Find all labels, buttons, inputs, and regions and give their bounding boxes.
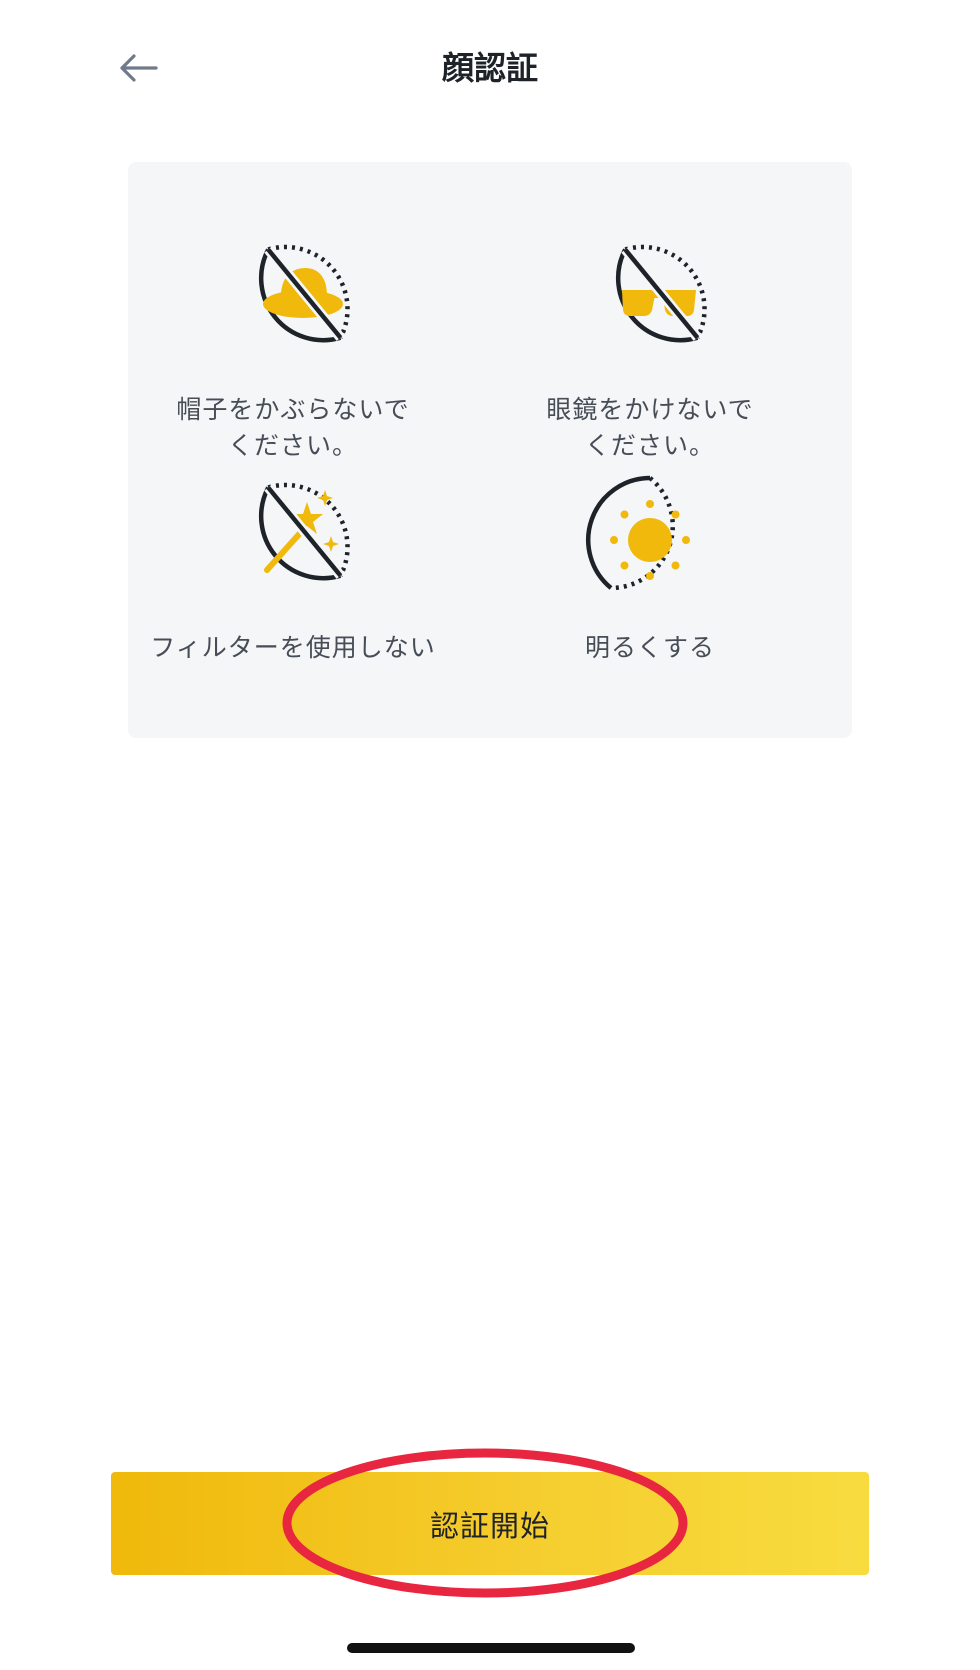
tip-no-glasses: 眼鏡をかけないで ください。 <box>485 232 815 464</box>
brightness-icon <box>586 475 690 591</box>
tip-label: 帽子をかぶらないで ください。 <box>176 395 410 460</box>
tip-label: 明るくする <box>584 633 715 662</box>
tip-no-filter: フィルターを使用しない <box>128 470 458 666</box>
tip-label: 眼鏡をかけないで ください。 <box>546 395 754 460</box>
tip-brightness: 明るくする <box>485 470 815 666</box>
start-button-label: 認証開始 <box>429 1508 550 1543</box>
no-glasses-icon <box>615 244 707 343</box>
tips-card: 帽子をかぶらないで ください。 眼鏡をかけないで ください。 フィルターを使用し… <box>128 162 852 738</box>
no-filter-icon <box>258 482 350 581</box>
no-hat-icon <box>258 244 350 343</box>
tip-label: フィルターを使用しない <box>150 633 436 662</box>
tip-no-hat: 帽子をかぶらないで ください。 <box>128 232 458 464</box>
page-title: 顔認証 <box>441 49 538 87</box>
start-verification-button[interactable]: 認証開始 <box>111 1472 869 1575</box>
header: 顔認証 <box>0 0 980 140</box>
home-indicator <box>347 1643 635 1653</box>
